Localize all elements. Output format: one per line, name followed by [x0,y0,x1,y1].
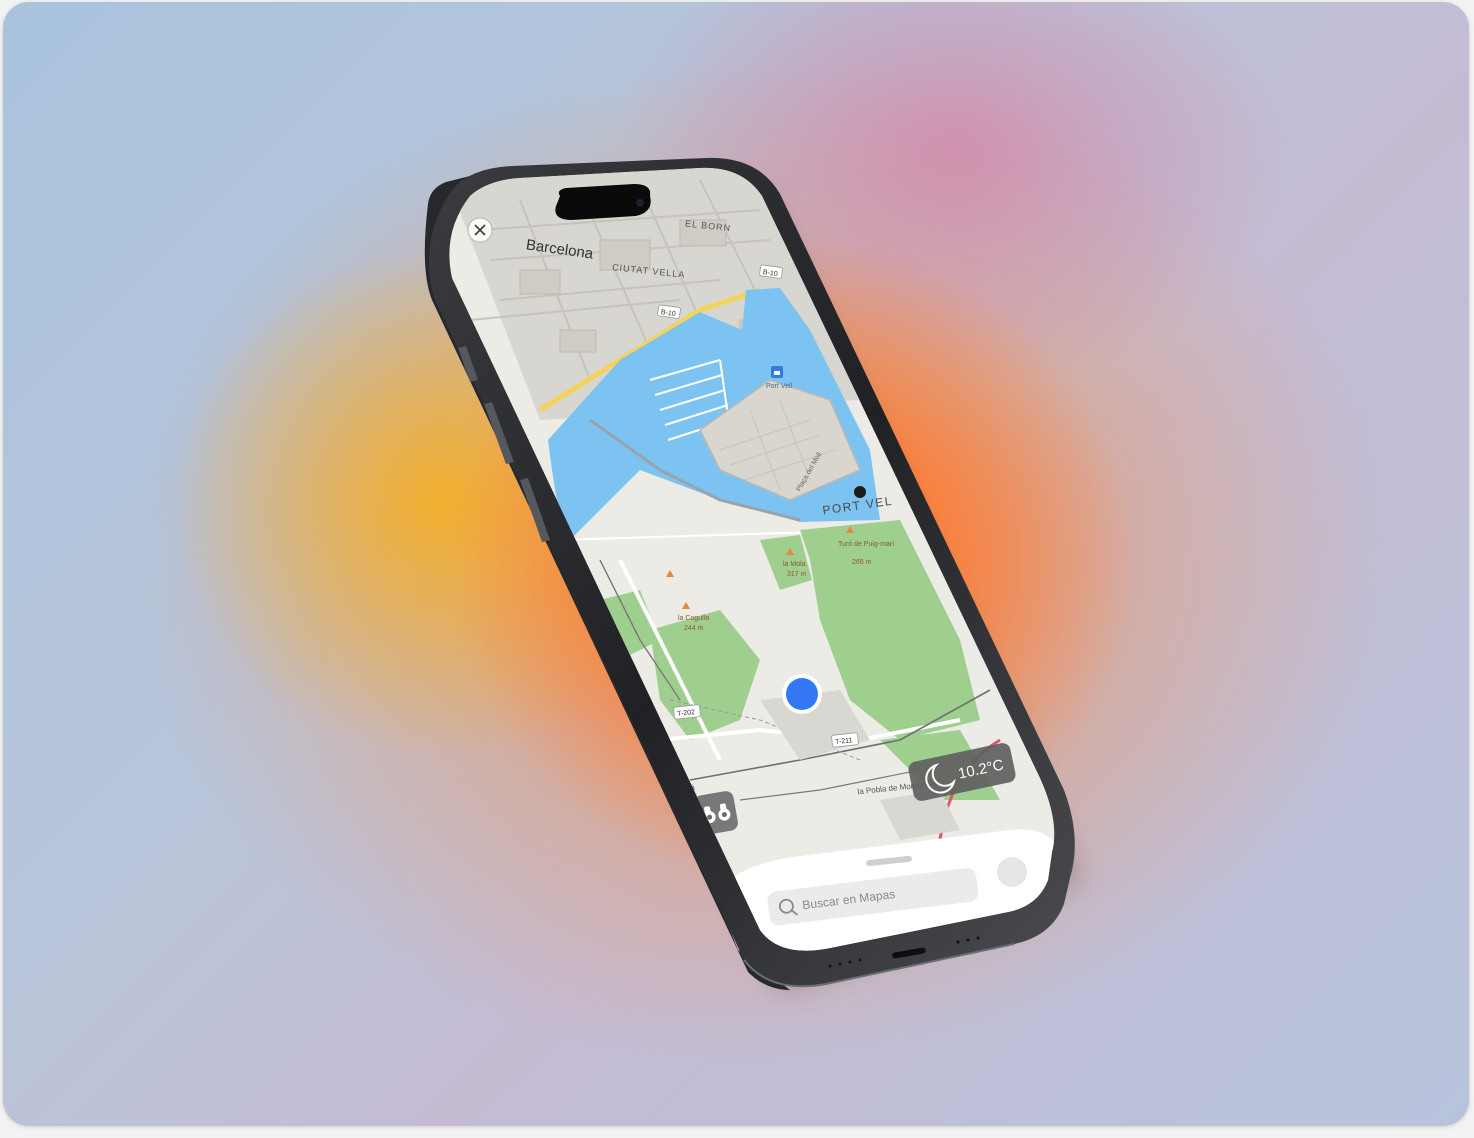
front-camera [636,199,644,207]
phone-mockup: Barcelona EL BORN CIUTAT VELLA PORT VEL … [0,0,1474,1133]
profile-avatar[interactable] [997,857,1027,887]
screen: Barcelona EL BORN CIUTAT VELLA PORT VEL … [449,167,1055,951]
peak-elev-turo: 265 m [852,559,872,566]
road-badge-t202: T-202 [673,704,701,720]
peak-label-la-mola: la Mola [783,561,806,568]
peak-elev-la-cogulla: 244 m [684,625,704,632]
peak-elev-la-mola: 317 m [787,571,807,578]
phone-svg: Barcelona EL BORN CIUTAT VELLA PORT VEL … [424,157,1080,990]
peak-label-la-cogulla: la Cogulla [678,615,709,622]
peak-label-turo: Turó de Puig-marí [838,541,894,548]
marker-icon[interactable] [854,486,866,498]
port-poi-label: Port Vell [766,383,793,390]
user-location-dot[interactable] [786,678,818,710]
road-badge-t211: T-211 [831,732,859,748]
